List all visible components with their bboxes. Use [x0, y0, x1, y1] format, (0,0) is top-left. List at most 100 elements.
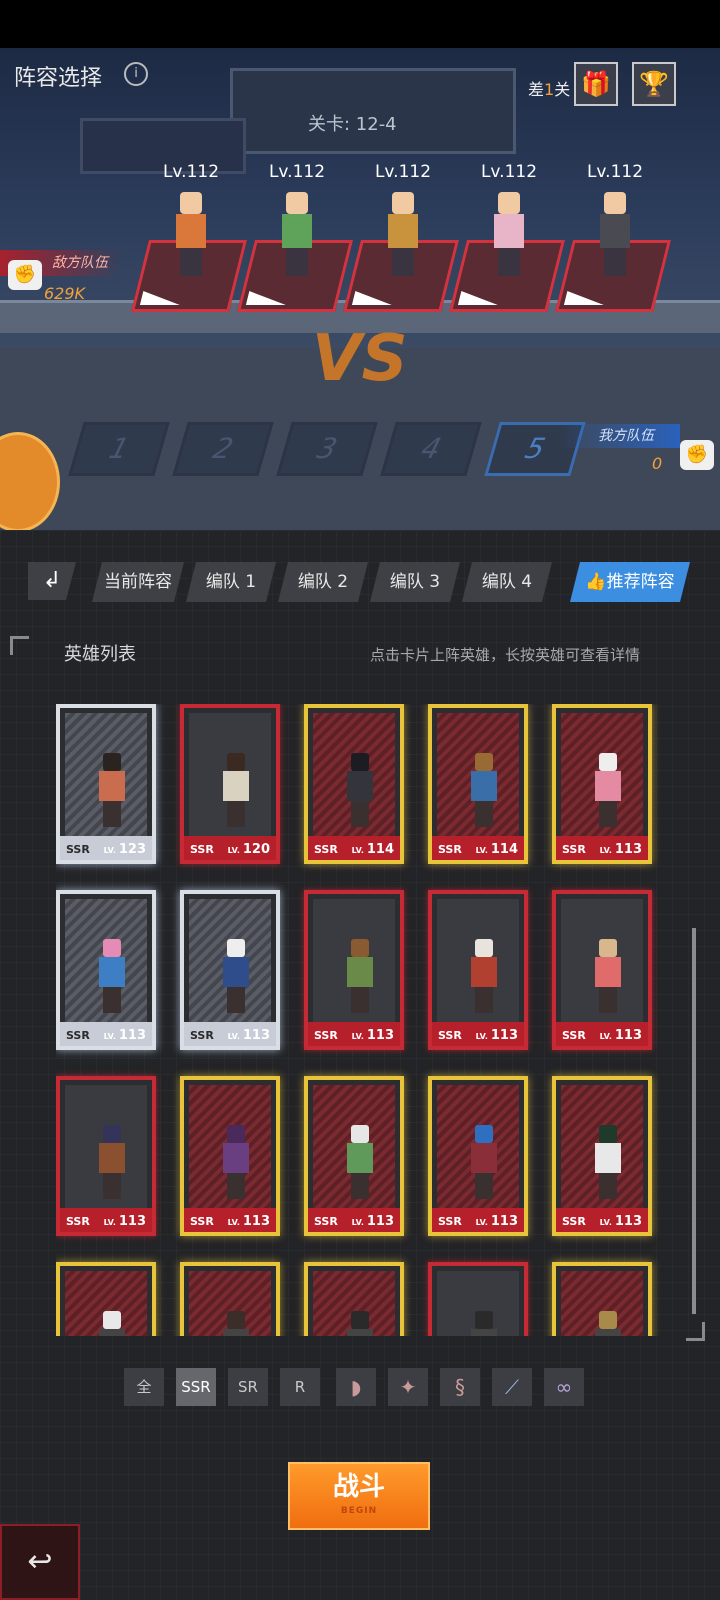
hero-level-prefix: LV.	[351, 1218, 364, 1227]
hero-card-footer: SSR LV. 113	[308, 1022, 400, 1046]
enemy-hero-level: Lv.112	[374, 162, 432, 182]
enemy-hero-sprite	[486, 192, 530, 278]
hero-card-footer: SSR LV. 120	[184, 836, 276, 860]
hero-sprite	[221, 939, 251, 1017]
enemy-hero-level: Lv.112	[162, 162, 220, 182]
gift-icon: 🎁	[581, 70, 611, 98]
faction-2-icon[interactable]: ✦	[388, 1368, 428, 1406]
hero-card[interactable]: SSR LV. 113	[428, 890, 528, 1050]
hero-card[interactable]	[428, 1262, 528, 1336]
hero-level-prefix: LV.	[475, 846, 488, 855]
hero-rarity: SSR	[438, 843, 462, 856]
hero-level-prefix: LV.	[103, 1032, 116, 1041]
hero-sprite	[469, 1125, 499, 1203]
tab-team-4[interactable]: 编队 4	[462, 562, 552, 602]
hero-card[interactable]: SSR LV. 113	[428, 1076, 528, 1236]
player-slot-4[interactable]: 4	[380, 422, 482, 476]
hero-card[interactable]: SSR LV. 113	[304, 1076, 404, 1236]
player-slot-1[interactable]: 1	[68, 422, 170, 476]
hero-list-title: 英雄列表	[64, 644, 136, 665]
hero-card-footer: SSR LV. 113	[184, 1208, 276, 1232]
hero-card-footer: SSR LV. 113	[432, 1022, 524, 1046]
hero-level-value: 120	[242, 842, 270, 857]
hero-level-prefix: LV.	[227, 1032, 240, 1041]
my-team-label: 我方队伍	[560, 424, 680, 448]
tab-team-2[interactable]: 编队 2	[278, 562, 368, 602]
hero-sprite	[221, 753, 251, 831]
hero-card[interactable]: SSR LV. 113	[304, 890, 404, 1050]
hero-rarity: SSR	[66, 1029, 90, 1042]
frame-corner	[10, 636, 29, 655]
faction-1-icon[interactable]: ◗	[336, 1368, 376, 1406]
hero-rarity: SSR	[562, 1029, 586, 1042]
hero-portrait	[189, 1085, 271, 1208]
tab-team-1[interactable]: 编队 1	[186, 562, 276, 602]
hero-sprite	[97, 753, 127, 831]
diff-suffix: 关	[554, 80, 571, 99]
hero-portrait	[561, 899, 643, 1022]
hero-portrait	[65, 1271, 147, 1336]
enemy-hero-level: Lv.112	[586, 162, 644, 182]
hero-card[interactable]	[304, 1262, 404, 1336]
hero-card[interactable]: SSR LV. 120	[180, 704, 280, 864]
tab-current-lineup[interactable]: 当前阵容	[92, 562, 184, 602]
hero-card-footer: SSR LV. 113	[556, 1022, 648, 1046]
hero-level: LV. 114	[476, 842, 518, 857]
hero-rarity: SSR	[66, 843, 90, 856]
hero-card[interactable]: SSR LV. 113	[552, 704, 652, 864]
hero-level: LV. 113	[600, 842, 642, 857]
hero-card[interactable]: SSR LV. 114	[304, 704, 404, 864]
filter-sr[interactable]: SR	[228, 1368, 268, 1406]
faction-5-icon[interactable]: ∞	[544, 1368, 584, 1406]
hero-level-value: 114	[366, 842, 394, 857]
enemy-hero-level: Lv.112	[480, 162, 538, 182]
thumbs-up-icon: 👍	[585, 572, 607, 592]
hero-portrait	[561, 713, 643, 836]
tab-recommended[interactable]: 👍推荐阵容	[570, 562, 690, 602]
filter-ssr[interactable]: SSR	[176, 1368, 216, 1406]
hero-level: LV. 113	[600, 1214, 642, 1229]
player-slot-2[interactable]: 2	[172, 422, 274, 476]
trophy-button[interactable]: 🏆	[632, 62, 676, 106]
hero-card-footer: SSR LV. 123	[60, 836, 152, 860]
hero-level-value: 113	[366, 1028, 394, 1043]
vs-label: VS	[312, 322, 408, 396]
hero-card[interactable]	[552, 1262, 652, 1336]
hero-card[interactable]: SSR LV. 113	[56, 890, 156, 1050]
hero-card[interactable]	[56, 1262, 156, 1336]
gift-button[interactable]: 🎁	[574, 62, 618, 106]
hero-card[interactable]: SSR LV. 113	[552, 1076, 652, 1236]
scrollbar[interactable]	[692, 928, 696, 1314]
hero-card[interactable]: SSR LV. 123	[56, 704, 156, 864]
enemy-hero-sprite	[168, 192, 212, 278]
hero-card-footer: SSR LV. 113	[60, 1022, 152, 1046]
hero-sprite	[221, 1125, 251, 1203]
faction-3-icon[interactable]: §	[440, 1368, 480, 1406]
player-slot-3[interactable]: 3	[276, 422, 378, 476]
hero-level: LV. 113	[600, 1028, 642, 1043]
hero-rarity: SSR	[438, 1029, 462, 1042]
hero-level-value: 113	[118, 1028, 146, 1043]
hero-sprite	[345, 1311, 375, 1336]
hero-portrait	[313, 1085, 395, 1208]
hero-card[interactable]: SSR LV. 113	[56, 1076, 156, 1236]
page-title: 阵容选择	[14, 66, 103, 91]
hero-card[interactable]: SSR LV. 113	[180, 890, 280, 1050]
hero-card[interactable]	[180, 1262, 280, 1336]
hero-card-footer: SSR LV. 113	[60, 1208, 152, 1232]
faction-4-icon[interactable]: ⟋	[492, 1368, 532, 1406]
info-icon[interactable]: i	[124, 62, 148, 86]
hero-card[interactable]: SSR LV. 114	[428, 704, 528, 864]
back-button[interactable]: ↩	[0, 1524, 80, 1600]
hero-sprite	[97, 1125, 127, 1203]
hero-card[interactable]: SSR LV. 113	[180, 1076, 280, 1236]
hero-level: LV. 113	[476, 1214, 518, 1229]
hero-card[interactable]: SSR LV. 113	[552, 890, 652, 1050]
fight-button[interactable]: 战斗 BEGIN	[288, 1462, 430, 1530]
filter-r[interactable]: R	[280, 1368, 320, 1406]
hero-level: LV. 113	[228, 1028, 270, 1043]
filter-all[interactable]: 全	[124, 1368, 164, 1406]
hero-portrait	[189, 713, 271, 836]
tab-team-3[interactable]: 编队 3	[370, 562, 460, 602]
hero-level-prefix: LV.	[103, 1218, 116, 1227]
